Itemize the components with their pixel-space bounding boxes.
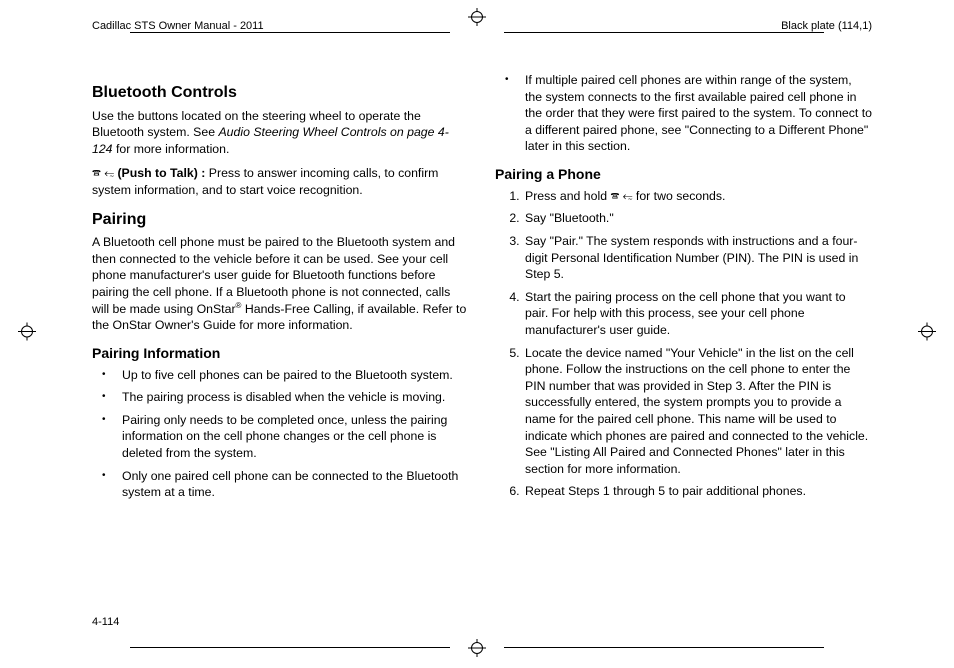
register-mark-bottom: [417, 639, 537, 662]
list-item: Only one paired cell phone can be connec…: [120, 468, 469, 501]
list-item: The pairing process is disabled when the…: [120, 389, 469, 406]
pairing-info-list: Up to five cell phones can be paired to …: [92, 367, 469, 501]
list-item: Up to five cell phones can be paired to …: [120, 367, 469, 384]
right-column: If multiple paired cell phones are withi…: [495, 72, 872, 608]
push-to-talk-icon: 🕿 ⥳: [610, 189, 632, 203]
rule-line: [130, 32, 450, 33]
plate-label: Black plate (114,1): [781, 20, 872, 32]
list-item: Repeat Steps 1 through 5 to pair additio…: [523, 483, 872, 500]
subheading-pairing-a-phone: Pairing a Phone: [495, 165, 872, 184]
left-column: Bluetooth Controls Use the buttons locat…: [92, 72, 469, 608]
rule-line: [130, 647, 450, 648]
section-heading-pairing: Pairing: [92, 209, 469, 231]
manual-title: Cadillac STS Owner Manual - 2011: [92, 20, 264, 32]
paragraph: A Bluetooth cell phone must be paired to…: [92, 234, 469, 334]
continued-list: If multiple paired cell phones are withi…: [495, 72, 872, 155]
list-item: Start the pairing process on the cell ph…: [523, 289, 872, 339]
text: Press and hold: [525, 189, 610, 203]
section-heading-bluetooth-controls: Bluetooth Controls: [92, 82, 469, 104]
rule-line: [504, 647, 824, 648]
paragraph-push-to-talk: 🕿 ⥳ (Push to Talk) : Press to answer inc…: [92, 165, 469, 198]
page-number: 4-114: [92, 616, 119, 628]
list-item: If multiple paired cell phones are withi…: [523, 72, 872, 155]
page-body: Bluetooth Controls Use the buttons locat…: [92, 72, 872, 608]
register-mark-top: [417, 8, 537, 31]
register-mark-right: [918, 323, 936, 346]
pairing-steps: Press and hold 🕿 ⥳ for two seconds. Say …: [495, 188, 872, 500]
list-item: Pairing only needs to be completed once,…: [120, 412, 469, 462]
rule-line: [504, 32, 824, 33]
list-item: Press and hold 🕿 ⥳ for two seconds.: [523, 188, 872, 205]
text: for more information.: [113, 142, 230, 156]
register-mark-left: [18, 323, 36, 346]
inline-label: (Push to Talk) :: [114, 166, 209, 180]
paragraph: Use the buttons located on the steering …: [92, 108, 469, 158]
list-item: Locate the device named "Your Vehicle" i…: [523, 345, 872, 478]
push-to-talk-icon: 🕿 ⥳: [92, 166, 114, 180]
subheading-pairing-information: Pairing Information: [92, 344, 469, 363]
list-item: Say "Bluetooth.": [523, 210, 872, 227]
list-item: Say "Pair." The system responds with ins…: [523, 233, 872, 283]
text: for two seconds.: [633, 189, 726, 203]
